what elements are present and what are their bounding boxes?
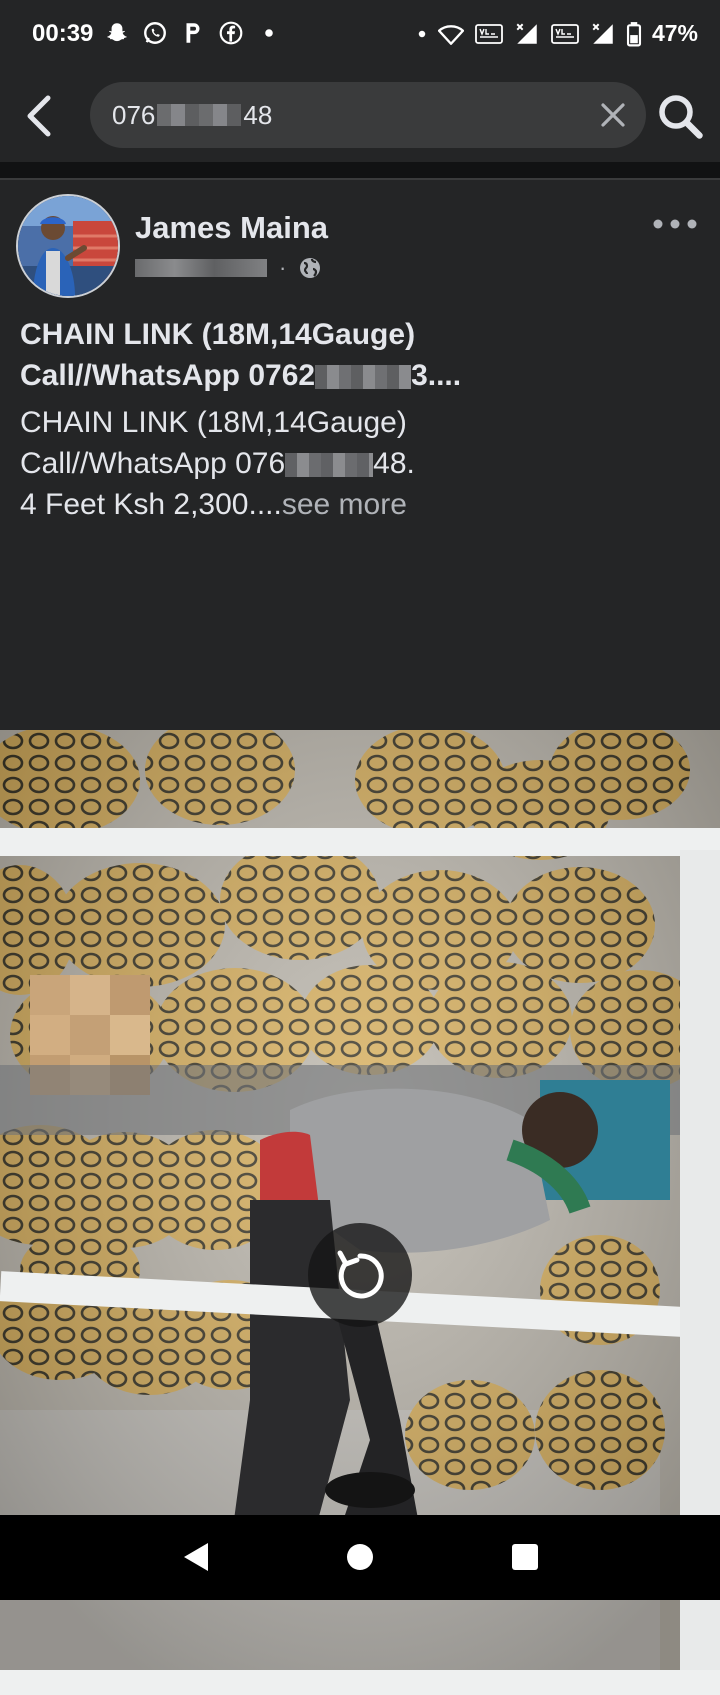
author-avatar[interactable] xyxy=(16,194,120,298)
facebook-icon xyxy=(219,21,243,45)
body-phone-prefix: Call//WhatsApp 076 xyxy=(20,447,286,480)
headline-line-2: Call//WhatsApp 0762 3.... xyxy=(20,355,700,396)
replay-icon xyxy=(337,1250,384,1299)
search-input[interactable]: 076 48 xyxy=(112,94,552,136)
body-phone-suffix: 48. xyxy=(373,447,415,480)
more-options-icon[interactable] xyxy=(652,214,698,234)
nav-recents-icon[interactable] xyxy=(505,1537,545,1577)
wifi-icon xyxy=(437,24,464,45)
body-line-2: Call//WhatsApp 076 48. xyxy=(20,443,700,484)
headline-line-1: CHAIN LINK (18M,14Gauge) xyxy=(20,318,416,351)
volte-icon xyxy=(475,23,503,44)
redacted-digits xyxy=(285,453,374,478)
back-arrow-icon[interactable] xyxy=(18,88,62,144)
system-navigation-bar xyxy=(0,1515,720,1600)
header-divider xyxy=(0,162,720,180)
signal-icon xyxy=(592,23,613,44)
post-text[interactable]: CHAIN LINK (18M,14Gauge) Call//WhatsApp … xyxy=(20,402,700,525)
more-notifications-icon xyxy=(265,29,273,37)
body-price-text: 4 Feet Ksh 2,300.... xyxy=(20,488,282,521)
notification-icons xyxy=(104,20,282,46)
whatsapp-icon xyxy=(144,22,166,44)
status-bar: 00:39 47% xyxy=(0,0,720,70)
headline-phone-suffix: 3.... xyxy=(411,359,462,392)
globe-icon xyxy=(300,258,321,278)
redacted-timestamp xyxy=(135,259,267,277)
search-result-post: James Maina · CHAIN LINK (18M,14Gauge) C… xyxy=(0,180,720,1695)
snapchat-icon xyxy=(107,23,127,42)
search-icon[interactable] xyxy=(654,90,706,142)
signal-icon xyxy=(516,23,537,44)
search-query-prefix: 076 xyxy=(112,99,156,130)
redacted-digits xyxy=(157,104,242,126)
author-name[interactable]: James Maina xyxy=(135,210,328,246)
status-time: 00:39 xyxy=(32,20,94,47)
replay-button[interactable] xyxy=(308,1223,412,1327)
system-icons: 47% xyxy=(416,20,698,47)
search-field[interactable]: 076 48 xyxy=(90,82,646,148)
see-more-link[interactable]: see more xyxy=(282,488,407,521)
clear-search-icon[interactable] xyxy=(594,96,632,134)
headline-phone-prefix: Call//WhatsApp 0762 xyxy=(20,359,316,392)
nav-home-icon[interactable] xyxy=(340,1537,380,1577)
meta-separator: · xyxy=(279,255,287,280)
search-query-suffix: 48 xyxy=(243,99,273,130)
nav-back-icon[interactable] xyxy=(176,1537,216,1577)
battery-percent: 47% xyxy=(651,20,698,46)
body-line-1: CHAIN LINK (18M,14Gauge) xyxy=(20,406,407,439)
search-header: 076 48 xyxy=(0,70,720,162)
redacted-digits xyxy=(315,365,412,390)
post-meta: · xyxy=(135,255,322,281)
body-line-3: 4 Feet Ksh 2,300....see more xyxy=(20,484,700,525)
avatar-image xyxy=(18,196,118,296)
dot-icon xyxy=(418,30,426,37)
battery-icon xyxy=(626,21,641,46)
p-icon xyxy=(186,23,200,43)
post-headline[interactable]: CHAIN LINK (18M,14Gauge) Call//WhatsApp … xyxy=(20,314,700,396)
volte-icon xyxy=(551,23,579,44)
